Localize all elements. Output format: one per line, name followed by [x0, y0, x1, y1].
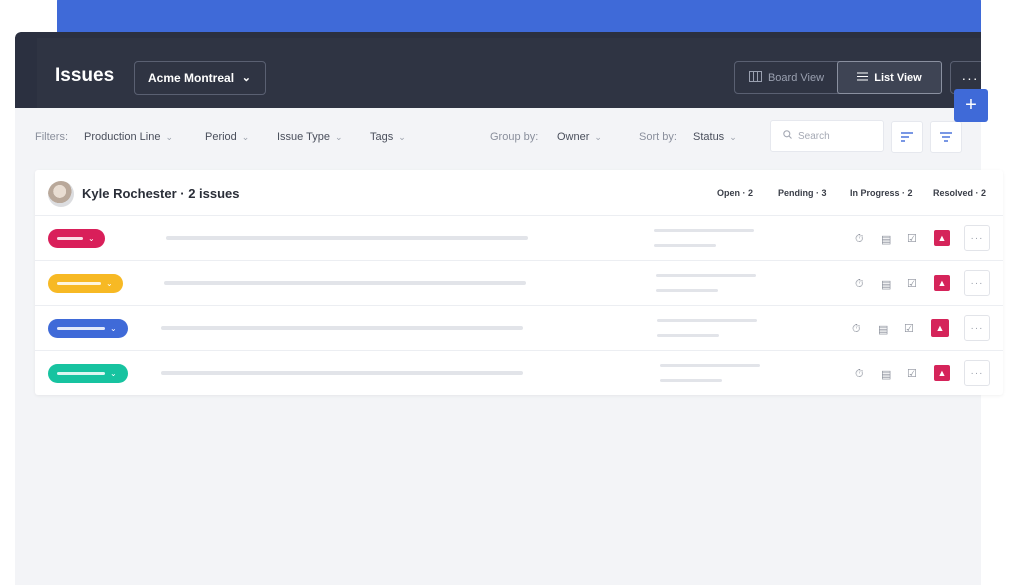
filter-label: Issue Type: [277, 131, 330, 143]
view-toggle: Board View List View: [734, 61, 942, 94]
chevron-down-icon: ⌄: [335, 132, 343, 142]
table-row[interactable]: ⌄ ⏱ ▤ ☑ ▲ ···: [35, 261, 1003, 306]
stat-in-progress: In Progress · 2: [850, 188, 913, 198]
filter-icon: [940, 130, 952, 145]
chevron-down-icon: ⌄: [241, 72, 251, 84]
sort-button[interactable]: [891, 121, 923, 153]
list-view-label: List View: [874, 71, 922, 84]
filter-issue-type[interactable]: Issue Type ⌄: [277, 131, 343, 143]
plus-icon: +: [965, 94, 977, 116]
issue-title-placeholder: [164, 281, 526, 285]
checklist-icon[interactable]: ☑: [907, 367, 917, 380]
search-icon: [783, 130, 792, 142]
stat-pending: Pending · 3: [778, 188, 827, 198]
issue-group-card: Kyle Rochester · 2 issues Open · 2 Pendi…: [35, 170, 1003, 395]
group-owner: Kyle Rochester · 2 issues: [82, 186, 240, 201]
row-more-button[interactable]: ···: [964, 225, 990, 251]
add-issue-button[interactable]: +: [954, 89, 988, 122]
status-pill[interactable]: ⌄: [48, 229, 105, 248]
search-input[interactable]: Search: [770, 120, 884, 152]
board-icon: [748, 70, 762, 85]
timer-icon[interactable]: ⏱: [855, 233, 864, 246]
comment-icon[interactable]: ▤: [881, 278, 891, 291]
issue-title-placeholder: [161, 326, 523, 330]
stat-open: Open · 2: [717, 188, 754, 198]
board-view-label: Board View: [767, 71, 825, 84]
sort-icon: [901, 130, 913, 145]
filter-tags[interactable]: Tags ⌄: [370, 131, 406, 143]
list-view-button[interactable]: List View: [837, 61, 942, 94]
status-pill[interactable]: ⌄: [48, 274, 123, 293]
timer-icon[interactable]: ⏱: [855, 368, 864, 381]
row-more-button[interactable]: ···: [964, 315, 990, 341]
filter-label: Tags: [370, 131, 394, 143]
filter-production-line[interactable]: Production Line ⌄: [84, 131, 173, 143]
table-row[interactable]: ⌄ ⏱ ▤ ☑ ▲ ···: [35, 306, 1003, 351]
timer-icon[interactable]: ⏱: [852, 323, 861, 336]
group-by-label: Group by:: [490, 131, 539, 143]
issue-title-placeholder: [161, 371, 523, 375]
group-by-value: Owner: [557, 131, 590, 143]
filter-label: Period: [205, 131, 237, 143]
table-row[interactable]: ⌄ ⏱ ▤ ☑ ▲ ···: [35, 216, 1003, 261]
priority-high-icon[interactable]: ▲: [934, 275, 950, 291]
priority-high-icon[interactable]: ▲: [934, 230, 950, 246]
status-pill[interactable]: ⌄: [48, 319, 128, 338]
timer-icon[interactable]: ⏱: [855, 278, 864, 291]
comment-icon[interactable]: ▤: [881, 368, 891, 381]
chevron-down-icon: ⌄: [729, 132, 737, 142]
filter-button[interactable]: [930, 121, 962, 153]
checklist-icon[interactable]: ☑: [907, 232, 917, 245]
chevron-down-icon: ⌄: [241, 132, 250, 142]
sort-by-label: Sort by:: [639, 131, 677, 143]
issue-meta-placeholder: [656, 274, 756, 277]
comment-icon[interactable]: ▤: [878, 323, 888, 336]
stat-resolved: Resolved · 2: [933, 188, 987, 198]
issue-meta-placeholder: [654, 244, 716, 247]
comment-icon[interactable]: ▤: [881, 233, 891, 246]
filter-period[interactable]: Period ⌄: [205, 131, 249, 143]
table-row[interactable]: ⌄ ⏱ ▤ ☑ ▲ ···: [35, 351, 1003, 396]
issue-title-placeholder: [166, 236, 528, 240]
issue-meta-placeholder: [654, 229, 754, 232]
checklist-icon[interactable]: ☑: [904, 322, 914, 335]
list-icon: [857, 72, 869, 84]
chevron-down-icon: ⌄: [110, 369, 117, 378]
row-more-button[interactable]: ···: [964, 360, 990, 386]
sort-by-select[interactable]: Status ⌄: [693, 131, 737, 143]
project-select[interactable]: Acme Montreal ⌄: [134, 61, 266, 95]
issue-meta-placeholder: [657, 334, 719, 337]
chevron-down-icon: ⌄: [110, 324, 117, 333]
issue-meta-placeholder: [660, 379, 722, 382]
priority-high-icon[interactable]: ▲: [934, 365, 950, 381]
issue-meta-placeholder: [660, 364, 760, 367]
group-by-select[interactable]: Owner ⌄: [557, 131, 602, 143]
status-pill[interactable]: ⌄: [48, 364, 128, 383]
chevron-down-icon: ⌄: [398, 132, 406, 142]
page-title: Issues: [55, 65, 115, 86]
filter-label: Production Line: [84, 131, 161, 143]
chevron-down-icon: ⌄: [165, 132, 173, 142]
chevron-down-icon: ⌄: [106, 279, 113, 288]
sort-by-value: Status: [693, 131, 725, 143]
avatar: [48, 181, 74, 207]
board-view-button[interactable]: Board View: [735, 62, 838, 93]
priority-high-icon[interactable]: ▲: [931, 319, 949, 337]
search-placeholder: Search: [798, 130, 830, 142]
issue-meta-placeholder: [657, 319, 757, 322]
filters-label: Filters:: [35, 131, 68, 143]
checklist-icon[interactable]: ☑: [907, 277, 917, 290]
row-more-button[interactable]: ···: [964, 270, 990, 296]
issue-meta-placeholder: [656, 289, 718, 292]
group-header: Kyle Rochester · 2 issues Open · 2 Pendi…: [35, 170, 1003, 216]
chevron-down-icon: ⌄: [594, 132, 602, 142]
chevron-down-icon: ⌄: [88, 234, 95, 243]
project-select-label: Acme Montreal: [148, 71, 235, 85]
